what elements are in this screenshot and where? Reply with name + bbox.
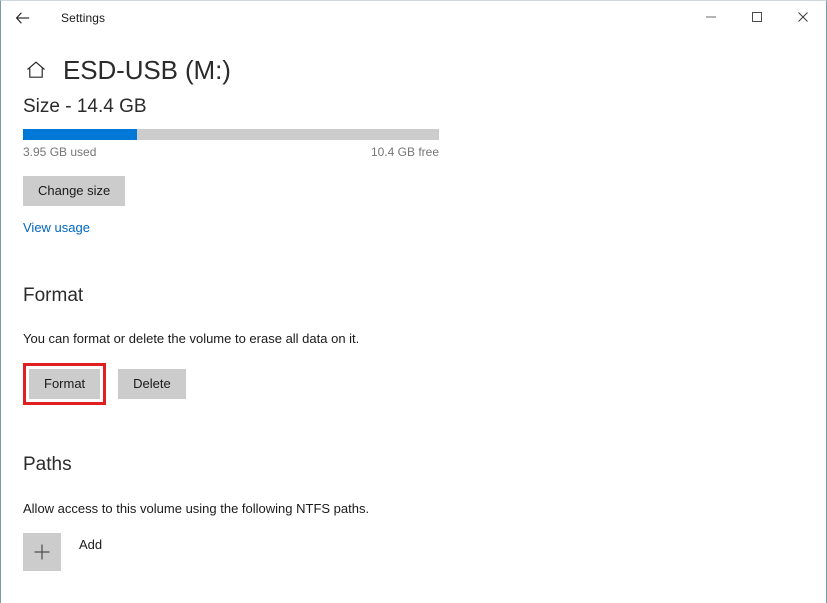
format-section-description: You can format or delete the volume to e… [23, 331, 360, 346]
settings-content: ESD-USB (M:) Size - 14.4 GB 3.95 GB used… [1, 55, 826, 603]
paths-section-heading: Paths [23, 454, 72, 475]
usage-legend: 3.95 GB used 10.4 GB free [23, 145, 439, 160]
format-button[interactable]: Format [29, 369, 101, 399]
delete-button[interactable]: Delete [118, 369, 186, 399]
plus-icon[interactable] [23, 533, 61, 571]
page-title: ESD-USB (M:) [63, 55, 231, 85]
used-space-label: 3.95 GB used [23, 145, 97, 159]
close-button[interactable] [780, 1, 826, 33]
volume-size-label: Size - 14.4 GB [23, 96, 147, 117]
add-path-row[interactable]: Add [23, 533, 826, 571]
window-controls [688, 1, 826, 33]
usage-progress-bar [23, 129, 439, 140]
format-section-heading: Format [23, 285, 84, 306]
change-size-row: Change size [23, 176, 826, 206]
format-buttons-row: Format Delete [23, 363, 826, 405]
minimize-button[interactable] [688, 1, 734, 33]
usage-progress-fill [23, 129, 138, 140]
change-size-button[interactable]: Change size [23, 176, 126, 206]
view-usage-link[interactable]: View usage [23, 220, 90, 236]
title-bar: Settings [1, 1, 826, 35]
paths-section-description: Allow access to this volume using the fo… [23, 501, 370, 516]
settings-window: Settings ESD-USB (M:) Size - 14.4 GB 3.9… [0, 0, 827, 603]
page-header: ESD-USB (M:) [23, 55, 826, 85]
add-path-label: Add [79, 537, 103, 552]
maximize-button[interactable] [734, 1, 780, 33]
app-title: Settings [61, 11, 106, 25]
free-space-label: 10.4 GB free [370, 145, 439, 159]
back-button[interactable] [1, 2, 45, 34]
format-button-highlight: Format [23, 363, 107, 405]
home-icon[interactable] [23, 57, 49, 83]
